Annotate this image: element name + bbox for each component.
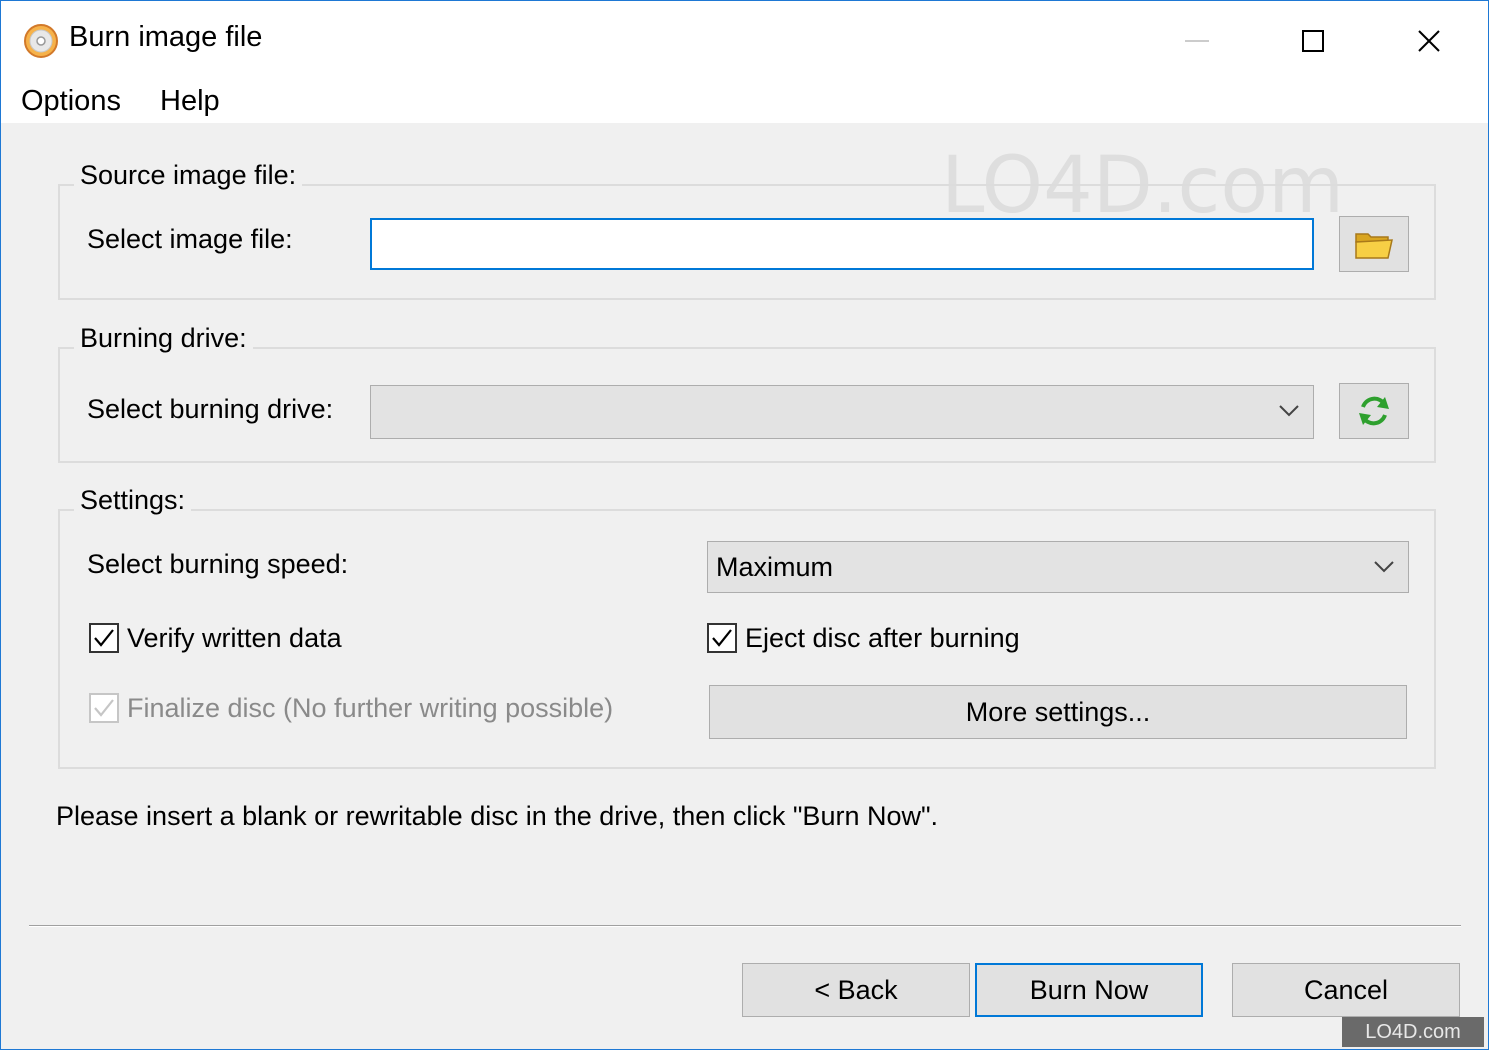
browse-button[interactable] [1339,216,1409,272]
source-image-group: Source image file: Select image file: [58,160,1436,300]
burning-speed-label: Select burning speed: [87,549,349,579]
select-image-label: Select image file: [87,224,293,254]
close-icon [1418,30,1440,52]
burning-speed-select[interactable]: Maximum [707,541,1409,593]
folder-icon [1355,233,1393,259]
checkmark-icon [94,629,114,647]
chevron-down-icon [1279,405,1299,417]
menu-bar: Options Help [1,81,1488,123]
burn-image-window: Burn image file Options Help LO4D.com So… [0,0,1489,1050]
separator [29,925,1461,927]
minimize-icon [1185,40,1209,42]
cancel-button[interactable]: Cancel [1232,963,1460,1017]
title-bar: Burn image file [1,1,1488,81]
finalize-checkbox [89,693,119,723]
refresh-drives-button[interactable] [1339,383,1409,439]
image-file-input[interactable] [370,218,1314,270]
burn-now-button[interactable]: Burn Now [975,963,1203,1017]
close-button[interactable] [1371,1,1487,81]
burning-drive-group: Burning drive: Select burning drive: [58,323,1436,463]
more-settings-button[interactable]: More settings... [709,685,1407,739]
settings-group: Settings: Select burning speed: Maximum … [58,485,1436,769]
finalize-label: Finalize disc (No further writing possib… [127,693,614,723]
disc-burn-icon [24,24,58,58]
verify-label[interactable]: Verify written data [127,623,342,654]
burning-speed-value: Maximum [716,552,834,582]
select-drive-label: Select burning drive: [87,394,334,424]
eject-checkbox[interactable] [707,623,737,653]
eject-label[interactable]: Eject disc after burning [745,623,1020,654]
checkmark-icon [94,699,114,717]
watermark-badge: LO4D.com [1342,1017,1484,1047]
refresh-icon [1359,396,1389,426]
source-image-legend: Source image file: [74,160,303,191]
status-message: Please insert a blank or rewritable disc… [56,801,939,831]
menu-options[interactable]: Options [21,85,121,118]
verify-checkbox[interactable] [89,623,119,653]
minimize-button[interactable] [1139,1,1255,81]
checkmark-icon [712,629,732,647]
menu-help[interactable]: Help [160,85,220,118]
back-button[interactable]: < Back [742,963,970,1017]
maximize-button[interactable] [1255,1,1371,81]
maximize-icon [1302,30,1324,52]
burning-drive-legend: Burning drive: [74,323,253,354]
chevron-down-icon [1374,561,1394,573]
drive-select[interactable] [370,385,1314,439]
settings-legend: Settings: [74,485,192,516]
window-title: Burn image file [69,21,263,53]
